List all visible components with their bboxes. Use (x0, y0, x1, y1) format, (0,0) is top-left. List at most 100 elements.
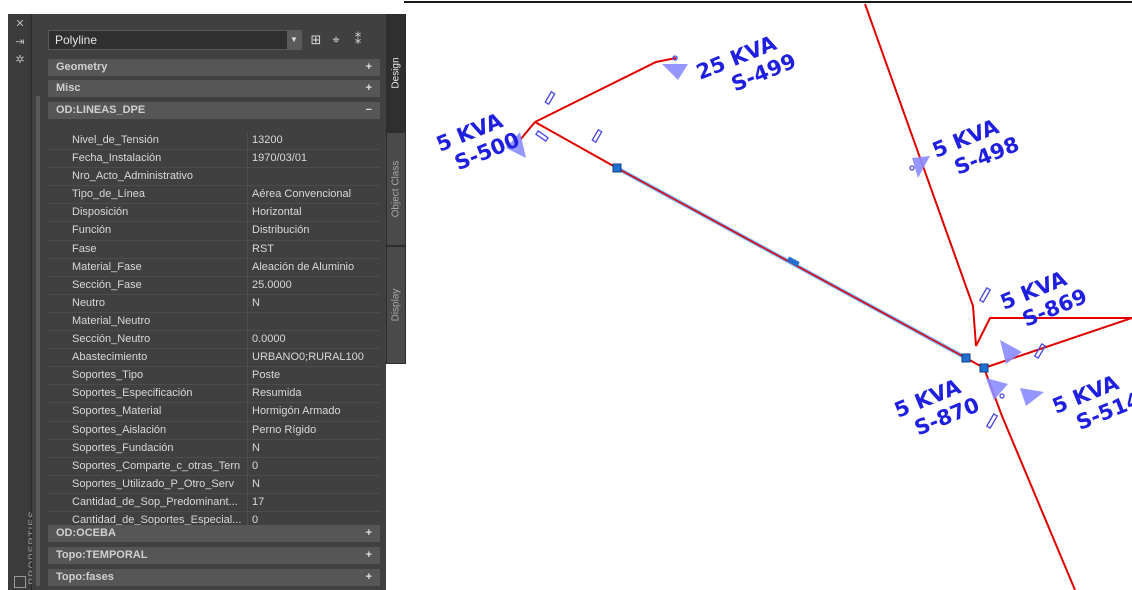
label-s870: 5 KVA S-870 (891, 374, 983, 440)
property-value[interactable]: Perno Rígido (248, 422, 380, 439)
property-value[interactable] (248, 313, 380, 330)
expand-icon: + (365, 527, 372, 539)
expand-icon: + (365, 61, 372, 73)
property-row[interactable]: Sección_Fase 25.0000 (48, 276, 380, 295)
property-row[interactable]: Cantidad_de_Sop_Predominant... 17 (48, 493, 380, 512)
transformer-s514-icon (1020, 388, 1044, 406)
property-value[interactable]: Hormigón Armado (248, 403, 380, 420)
expand-icon: + (365, 571, 372, 583)
property-key: Abastecimiento (48, 349, 248, 367)
close-icon[interactable]: ✕ (14, 18, 26, 30)
property-value[interactable]: 0.0000 (248, 331, 380, 348)
fuse-icon-2 (591, 128, 603, 144)
property-value[interactable]: 1970/03/01 (248, 150, 380, 167)
property-value[interactable]: N (248, 476, 380, 493)
tab-object-class[interactable]: Object Class (386, 132, 406, 246)
property-key: Neutro (48, 294, 248, 312)
property-key: Soportes_Comparte_c_otras_Tern (48, 457, 248, 475)
tab-display[interactable]: Display (386, 246, 406, 364)
property-key: Función (48, 222, 248, 240)
section-od-oceba[interactable]: OD:OCEBA + (48, 525, 380, 542)
autohide-icon[interactable]: ⇥ (14, 36, 26, 48)
section-od-lineas-dpe[interactable]: OD:LINEAS_DPE − (48, 102, 380, 119)
property-row[interactable]: Soportes_Aislación Perno Rígido (48, 421, 380, 440)
property-value[interactable]: 17 (248, 494, 380, 511)
property-row[interactable]: Soportes_Comparte_c_otras_Tern 0 (48, 457, 380, 476)
object-type-value: Polyline (55, 33, 98, 47)
palette-main: Polyline ▼ ⊞ ⌖ ⁑ Geometry + Misc + OD:LI… (32, 14, 386, 590)
property-key: Soportes_Material (48, 403, 248, 421)
section-geometry[interactable]: Geometry + (48, 59, 380, 76)
object-type-dropdown[interactable]: Polyline ▼ (48, 30, 302, 50)
property-key: Fecha_Instalación (48, 150, 248, 168)
property-row[interactable]: Neutro N (48, 294, 380, 313)
transformer-s870-icon (986, 378, 1008, 400)
property-row[interactable]: Fecha_Instalación 1970/03/01 (48, 150, 380, 169)
property-key: Soportes_Utilizado_P_Otro_Serv (48, 475, 248, 493)
palette-scroll-track[interactable] (36, 96, 40, 586)
toggle-pickadd-icon[interactable]: ⁑ (350, 32, 366, 48)
select-objects-icon[interactable]: ⌖ (328, 32, 344, 48)
line-s500 (519, 121, 536, 141)
property-value[interactable]: N (248, 295, 380, 312)
section-topo-temporal[interactable]: Topo:TEMPORAL + (48, 547, 380, 564)
property-row[interactable]: Abastecimiento URBANO0;RURAL100 (48, 349, 380, 368)
fuse-icon-9 (999, 393, 1005, 399)
property-key: Sección_Fase (48, 276, 248, 294)
property-row[interactable]: Soportes_Especificación Resumida (48, 385, 380, 404)
property-value[interactable]: Horizontal (248, 204, 380, 221)
property-key: Nivel_de_Tensión (48, 132, 248, 150)
property-key: Soportes_Tipo (48, 367, 248, 385)
selected-polyline[interactable] (612, 163, 989, 373)
property-row[interactable]: Soportes_Utilizado_P_Otro_Serv N (48, 475, 380, 494)
chevron-down-icon[interactable]: ▼ (287, 31, 301, 49)
palette-toggle-icon[interactable] (14, 576, 26, 588)
property-value[interactable]: Aleación de Aluminio (248, 259, 380, 276)
property-value[interactable]: RST (248, 241, 380, 258)
section-misc[interactable]: Misc + (48, 80, 380, 97)
property-key: Soportes_Fundación (48, 439, 248, 457)
property-value[interactable]: Resumida (248, 385, 380, 402)
property-row[interactable]: Soportes_Material Hormigón Armado (48, 403, 380, 422)
property-key: Material_Neutro (48, 312, 248, 331)
property-key: Soportes_Especificación (48, 385, 248, 403)
label-s499: 25 KVA S-499 (693, 31, 800, 97)
fuse-icon-8 (909, 165, 915, 171)
grip-start (612, 163, 622, 173)
fuse-icon-3 (535, 130, 549, 142)
fuse-icon-1 (544, 90, 556, 106)
property-key: Disposición (48, 204, 248, 222)
property-value[interactable]: 0 (248, 458, 380, 475)
section-topo-fases[interactable]: Topo:fases + (48, 569, 380, 586)
tab-design[interactable]: Design (386, 14, 406, 132)
line-s869 (975, 317, 1132, 347)
quick-select-icon[interactable]: ⊞ (308, 32, 324, 48)
property-value[interactable]: N (248, 440, 380, 457)
property-key: Soportes_Aislación (48, 421, 248, 439)
property-row[interactable]: Material_Fase Aleación de Aluminio (48, 258, 380, 277)
property-value[interactable]: Poste (248, 367, 380, 384)
property-row[interactable]: Fase RST (48, 240, 380, 259)
property-row[interactable]: Tipo_de_Línea Aérea Convencional (48, 186, 380, 205)
palette-title-strip[interactable]: ✕ ⇥ ✲ PROPERTIES (8, 14, 39, 590)
property-value[interactable]: 25.0000 (248, 277, 380, 294)
property-value[interactable]: Aérea Convencional (248, 186, 380, 203)
property-row[interactable]: Sección_Neutro 0.0000 (48, 331, 380, 350)
property-key: Tipo_de_Línea (48, 186, 248, 204)
property-value[interactable]: Distribución (248, 222, 380, 239)
property-value[interactable]: URBANO0;RURAL100 (248, 349, 380, 366)
property-row[interactable]: Función Distribución (48, 222, 380, 241)
transformer-s499-icon (662, 64, 688, 80)
property-row[interactable]: Nivel_de_Tensión 13200 (48, 132, 380, 151)
property-value[interactable] (248, 168, 380, 185)
property-row[interactable]: Disposición Horizontal (48, 204, 380, 223)
property-value[interactable]: 13200 (248, 132, 380, 149)
property-row[interactable]: Soportes_Tipo Poste (48, 367, 380, 386)
properties-palette[interactable]: ✕ ⇥ ✲ PROPERTIES Polyline ▼ ⊞ ⌖ ⁑ Geomet… (8, 14, 406, 590)
property-row[interactable]: Soportes_Fundación N (48, 439, 380, 458)
transformer-s498-icon (912, 156, 930, 178)
property-row[interactable]: Nro_Acto_Administrativo (48, 168, 380, 187)
palette-title: PROPERTIES (10, 510, 39, 584)
property-row[interactable]: Material_Neutro (48, 312, 380, 332)
settings-icon[interactable]: ✲ (14, 54, 26, 66)
